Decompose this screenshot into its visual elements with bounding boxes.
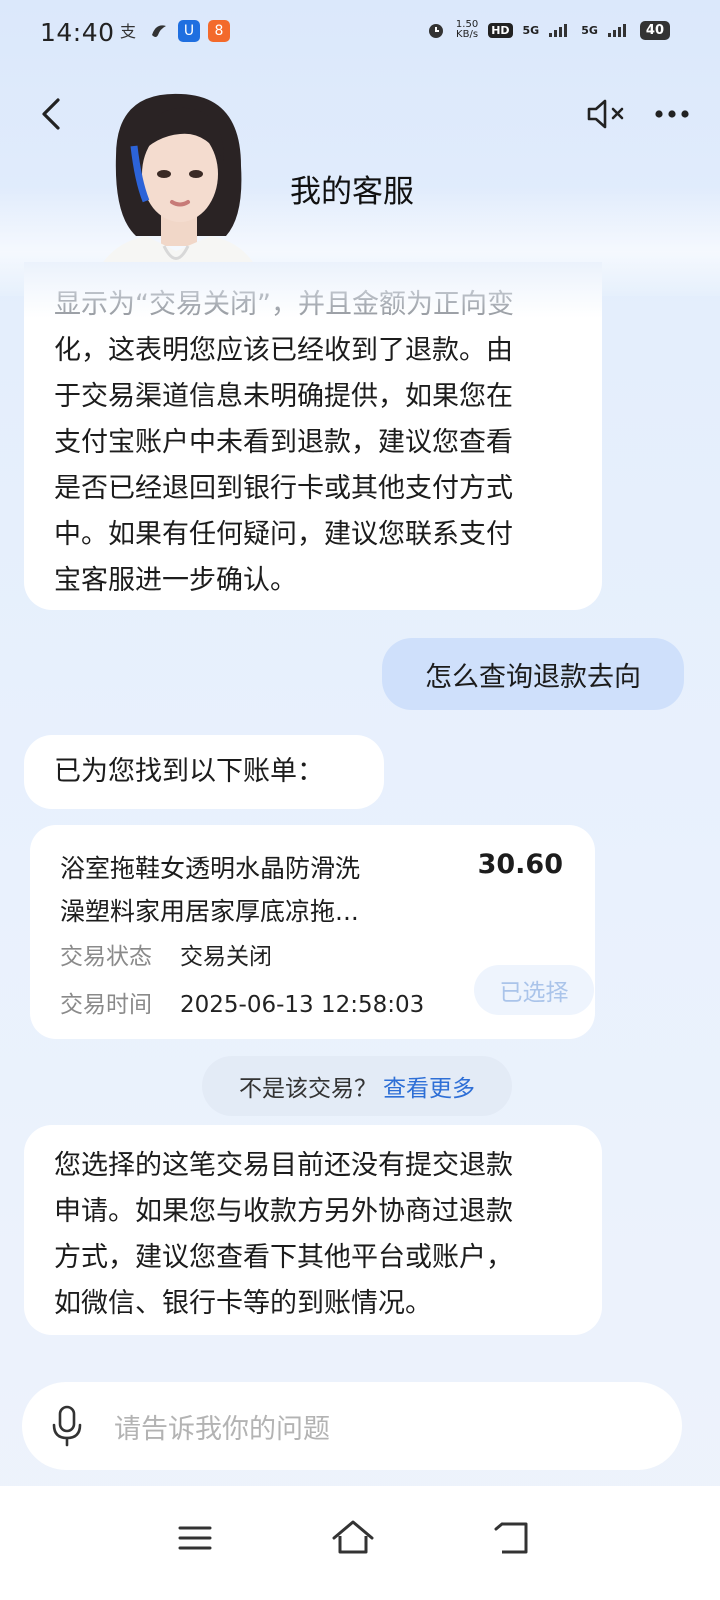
system-status-icons: 1.50 KB/s HD 5G 5G 40: [426, 20, 670, 40]
status-time: 14:40: [40, 18, 115, 47]
signal-bars-icon: [549, 24, 568, 37]
message-line: 宝客服进一步确认。: [54, 565, 297, 596]
app-u-notification-icon: U: [178, 20, 200, 42]
battery-icon: 40: [639, 20, 670, 40]
bill-status-row: 交易状态 交易关闭: [60, 937, 272, 971]
message-line: 方式，建议您查看下其他平台或账户，: [54, 1242, 513, 1273]
bill-title: 浴室拖鞋女透明水晶防滑洗 澡塑料家用居家厚底凉拖...: [60, 854, 361, 926]
home-icon[interactable]: [328, 1516, 378, 1560]
view-more-link[interactable]: 查看更多: [383, 1069, 475, 1103]
status-bar: 14:40 支 U 8 1.50 KB/s HD 5G 5G 40: [0, 0, 720, 66]
signal-bars-icon-2: [607, 24, 626, 37]
user-message: 怎么查询退款去向: [382, 638, 684, 710]
more-dots-icon[interactable]: [652, 96, 692, 132]
not-this-transaction: 不是该交易？ 查看更多: [202, 1056, 512, 1116]
message-line: 化，这表明您应该已经收到了退款。由: [54, 335, 513, 366]
system-nav-bar: [0, 1486, 720, 1600]
question-input[interactable]: 请告诉我你的问题: [114, 1407, 330, 1446]
back-return-icon[interactable]: [488, 1516, 538, 1560]
message-text: 已为您找到以下账单：: [54, 756, 324, 787]
bill-status-value: 交易关闭: [180, 944, 272, 970]
bot-message-2: 已为您找到以下账单：: [24, 735, 384, 809]
message-line: 是否已经退回到银行卡或其他支付方式: [54, 473, 513, 504]
swirl-notification-icon: [152, 25, 166, 37]
selected-button[interactable]: 已选择: [474, 965, 594, 1015]
back-button[interactable]: [34, 96, 70, 132]
speaker-muted-icon[interactable]: [585, 96, 629, 132]
message-line: 如微信、银行卡等的到账情况。: [54, 1288, 432, 1319]
page-title: 我的客服: [290, 174, 414, 210]
app-shop-notification-icon: 8: [208, 20, 230, 42]
bill-time-row: 交易时间 2025-06-13 12:58:03: [60, 985, 424, 1019]
signal-5g-icon: 5G: [522, 23, 540, 37]
svg-text:支: 支: [120, 22, 136, 41]
hd-icon: HD: [488, 22, 513, 38]
notification-icons: 支 U 8: [118, 20, 230, 42]
alipay-notification-icon: 支: [120, 22, 136, 41]
not-this-question: 不是该交易？: [239, 1076, 377, 1102]
message-line: 您选择的这笔交易目前还没有提交退款: [54, 1150, 513, 1181]
bill-status-label: 交易状态: [60, 944, 152, 970]
message-line: 支付宝账户中未看到退款，建议您查看: [54, 427, 513, 458]
network-speed: 1.50 KB/s: [455, 19, 479, 40]
bill-time-label: 交易时间: [60, 992, 152, 1018]
bot-message-1: 显示为“交易关闭”，并且金额为正向变 化，这表明您应该已经收到了退款。由 于交易…: [24, 262, 602, 610]
microphone-icon[interactable]: [50, 1404, 84, 1448]
message-line: 中。如果有任何疑问，建议您联系支付: [54, 519, 513, 550]
message-line: 申请。如果您与收款方另外协商过退款: [54, 1196, 513, 1227]
bill-time-value: 2025-06-13 12:58:03: [180, 992, 425, 1018]
bot-message-3: 您选择的这笔交易目前还没有提交退款 申请。如果您与收款方另外协商过退款 方式，建…: [24, 1125, 602, 1335]
signal-5g-icon-2: 5G: [581, 23, 598, 37]
scroll-fade: [24, 262, 602, 318]
bill-card[interactable]: 浴室拖鞋女透明水晶防滑洗 澡塑料家用居家厚底凉拖... 30.60 交易状态 交易…: [30, 825, 595, 1039]
menu-icon[interactable]: [170, 1516, 220, 1560]
message-line: 于交易渠道信息未明确提供，如果您在: [54, 381, 513, 412]
chat-input-bar[interactable]: 请告诉我你的问题: [22, 1382, 682, 1470]
bill-amount: 30.60: [477, 849, 563, 880]
alarm-icon: [428, 24, 443, 38]
